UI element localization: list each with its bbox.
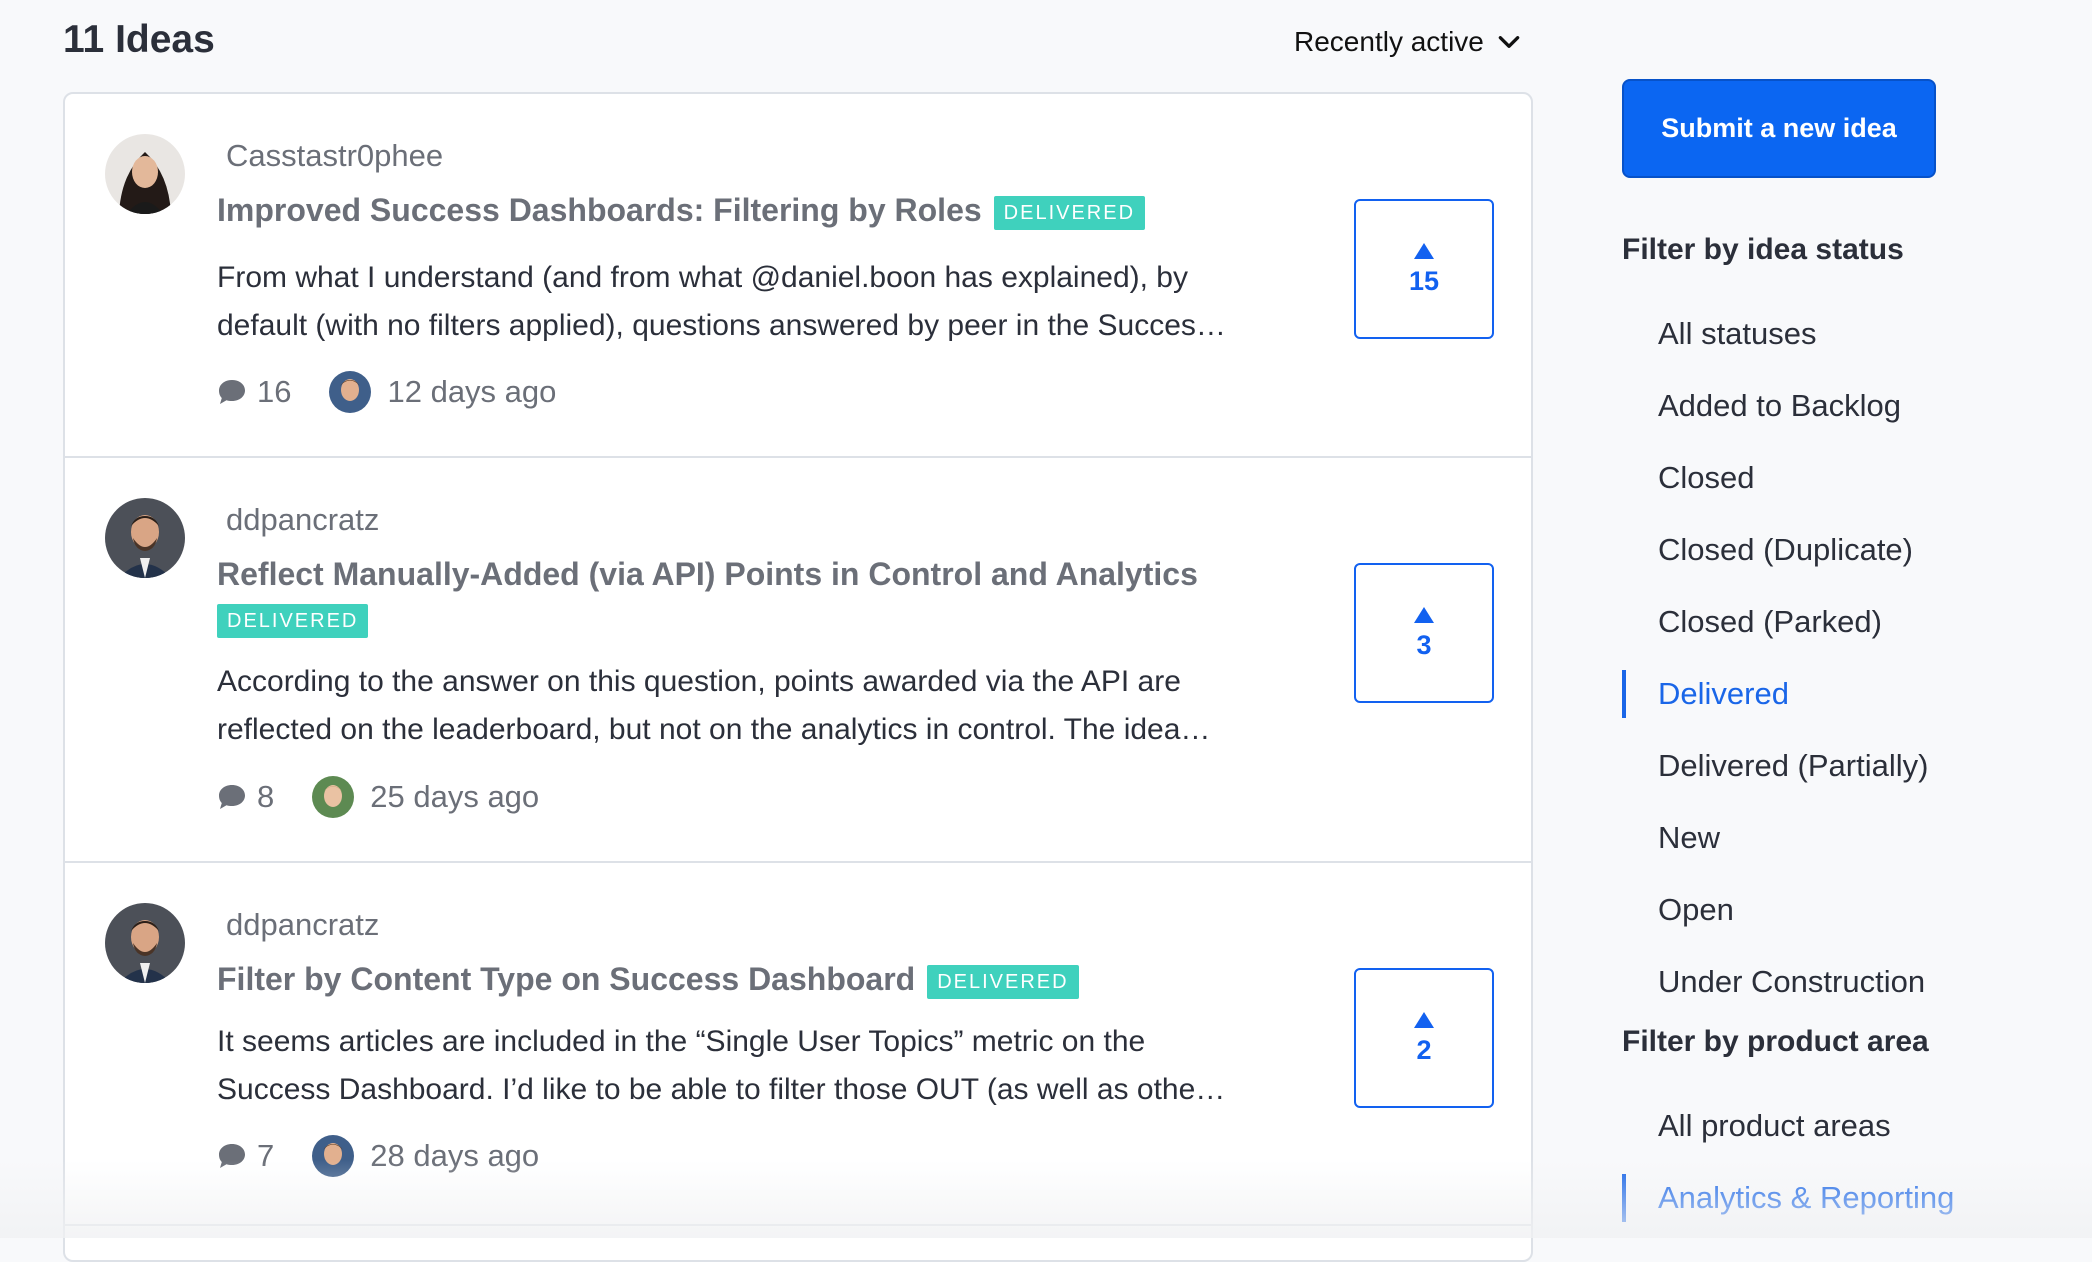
- last-activity-avatar[interactable]: [329, 371, 372, 413]
- excerpt-line: It seems articles are included in the “S…: [217, 1025, 1146, 1058]
- idea-excerpt: According to the answer on this question…: [217, 658, 1367, 754]
- excerpt-line: According to the answer on this question…: [217, 665, 1181, 698]
- comment-count: 16: [257, 374, 292, 409]
- active-area-indicator: [1622, 1174, 1626, 1222]
- idea-title-text[interactable]: Improved Success Dashboards: Filtering b…: [217, 192, 982, 228]
- active-filter-indicator: [1622, 670, 1626, 718]
- last-activity-avatar[interactable]: [312, 1135, 355, 1177]
- idea-title[interactable]: Reflect Manually-Added (via API) Points …: [217, 552, 1367, 640]
- speech-bubble-icon: [219, 380, 245, 404]
- status-filter-closed[interactable]: Closed: [1658, 458, 1755, 498]
- idea-title-text[interactable]: Filter by Content Type on Success Dashbo…: [217, 961, 915, 997]
- vote-count: 2: [1416, 1034, 1432, 1065]
- idea-row[interactable]: ddpancratz Filter by Content Type on Suc…: [65, 863, 1531, 1226]
- area-filter-all[interactable]: All product areas: [1658, 1106, 1891, 1146]
- submit-idea-button[interactable]: Submit a new idea: [1622, 79, 1936, 178]
- upvote-button[interactable]: 15: [1354, 199, 1494, 339]
- activity-time: 12 days ago: [387, 374, 557, 409]
- idea-title[interactable]: Improved Success Dashboards: Filtering b…: [217, 188, 1367, 232]
- idea-row[interactable]: ddpancratz Reflect Manually-Added (via A…: [65, 458, 1531, 863]
- status-filter-all[interactable]: All statuses: [1658, 314, 1817, 354]
- idea-title[interactable]: Filter by Content Type on Success Dashbo…: [217, 957, 1367, 1001]
- author-name[interactable]: ddpancratz: [226, 907, 379, 943]
- status-badge: DELIVERED: [217, 603, 369, 638]
- status-badge: DELIVERED: [927, 964, 1079, 999]
- excerpt-line: From what I understand (and from what @d…: [217, 261, 1188, 294]
- idea-row[interactable]: Casstastr0phee Improved Success Dashboar…: [65, 94, 1531, 458]
- triangle-up-icon: [1414, 1011, 1434, 1028]
- vote-count: 15: [1408, 265, 1440, 296]
- status-filter-under-construction[interactable]: Under Construction: [1658, 962, 1925, 1002]
- status-filter-heading: Filter by idea status: [1622, 233, 1904, 266]
- excerpt-line: Success Dashboard. I’d like to be able t…: [217, 1073, 1226, 1106]
- activity-time: 25 days ago: [370, 779, 540, 814]
- activity-time: 28 days ago: [370, 1138, 540, 1173]
- excerpt-line: reflected on the leaderboard, but not on…: [217, 713, 1211, 746]
- status-filter-new[interactable]: New: [1658, 818, 1720, 858]
- idea-meta: 16 12 days ago: [217, 371, 556, 413]
- last-activity-avatar[interactable]: [312, 776, 355, 818]
- idea-excerpt: It seems articles are included in the “S…: [217, 1018, 1367, 1114]
- speech-bubble-icon: [219, 1144, 245, 1168]
- speech-bubble-icon: [219, 785, 245, 809]
- idea-title-text[interactable]: Reflect Manually-Added (via API) Points …: [217, 552, 1367, 596]
- upvote-button[interactable]: 2: [1354, 968, 1494, 1108]
- upvote-button[interactable]: 3: [1354, 563, 1494, 703]
- status-filter-delivered-partially[interactable]: Delivered (Partially): [1658, 746, 1928, 786]
- status-filter-delivered[interactable]: Delivered: [1658, 674, 1789, 714]
- area-filter-analytics-reporting[interactable]: Analytics & Reporting: [1658, 1178, 1954, 1218]
- idea-meta: 7 28 days ago: [217, 1135, 539, 1177]
- author-avatar[interactable]: [105, 498, 185, 578]
- ideas-list: Casstastr0phee Improved Success Dashboar…: [63, 92, 1533, 1262]
- triangle-up-icon: [1414, 242, 1434, 259]
- status-filter-open[interactable]: Open: [1658, 890, 1734, 930]
- comment-count: 8: [257, 779, 275, 814]
- chevron-down-icon: [1498, 36, 1520, 48]
- status-filter-closed-parked[interactable]: Closed (Parked): [1658, 602, 1882, 642]
- page-title: 11 Ideas: [63, 18, 215, 61]
- excerpt-line: default (with no filters applied), quest…: [217, 309, 1226, 342]
- status-filter-closed-duplicate[interactable]: Closed (Duplicate): [1658, 530, 1913, 570]
- sort-label: Recently active: [1294, 26, 1484, 57]
- idea-excerpt: From what I understand (and from what @d…: [217, 254, 1367, 350]
- comment-count: 7: [257, 1138, 275, 1173]
- status-badge: DELIVERED: [993, 195, 1146, 230]
- status-filter-added-to-backlog[interactable]: Added to Backlog: [1658, 386, 1901, 426]
- author-name[interactable]: ddpancratz: [226, 502, 379, 538]
- author-avatar[interactable]: [105, 134, 185, 214]
- triangle-up-icon: [1414, 606, 1434, 623]
- author-name[interactable]: Casstastr0phee: [226, 138, 443, 174]
- vote-count: 3: [1416, 629, 1432, 660]
- idea-meta: 8 25 days ago: [217, 776, 539, 818]
- product-area-filter-heading: Filter by product area: [1622, 1025, 1929, 1058]
- sort-dropdown[interactable]: Recently active: [1294, 26, 1522, 58]
- author-avatar[interactable]: [105, 903, 185, 983]
